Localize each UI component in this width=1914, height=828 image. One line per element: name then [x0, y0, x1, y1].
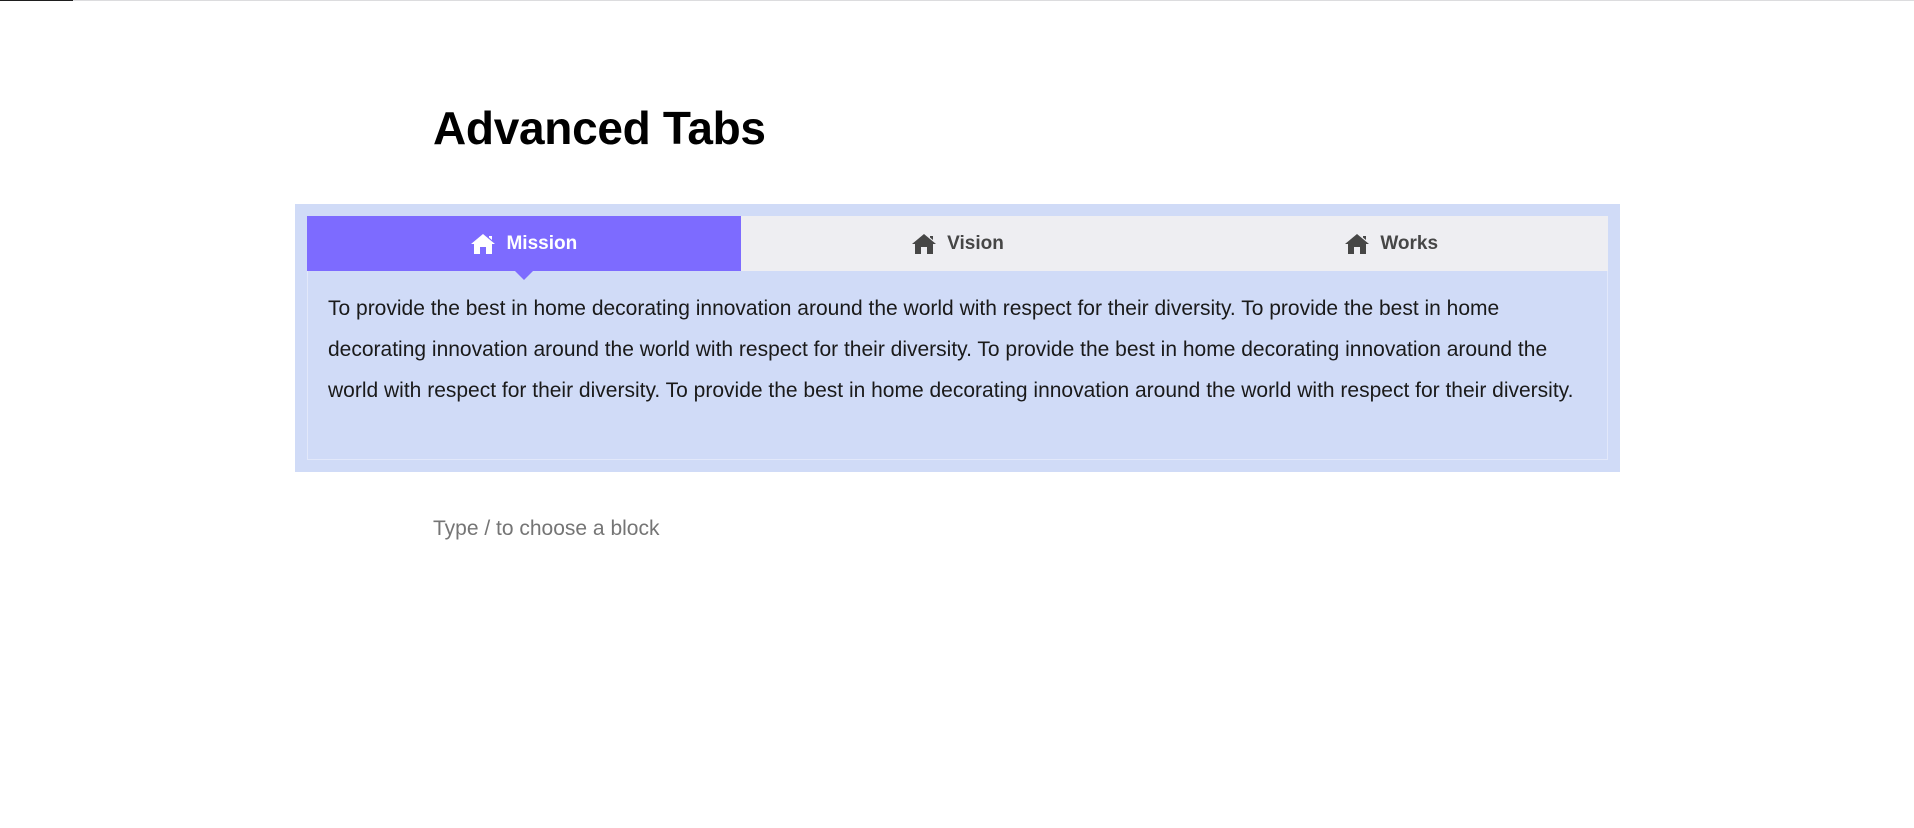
- tab-label: Mission: [506, 232, 578, 254]
- home-icon: [1344, 233, 1370, 255]
- block-inserter-placeholder[interactable]: Type / to choose a block: [433, 514, 659, 544]
- tab-label: Vision: [947, 232, 1004, 254]
- page-title[interactable]: Advanced Tabs: [433, 98, 766, 158]
- tab-label: Works: [1380, 232, 1439, 254]
- home-icon: [911, 233, 937, 255]
- advanced-tabs-block[interactable]: Mission Vision Works To provide the best…: [295, 204, 1620, 472]
- tab-mission[interactable]: Mission: [307, 216, 741, 280]
- home-icon: [470, 233, 496, 255]
- tab-bar: Mission Vision Works: [307, 216, 1609, 280]
- editor-canvas: Advanced Tabs Mission Vision Works To pr…: [0, 0, 1914, 828]
- tab-vision[interactable]: Vision: [740, 216, 1175, 271]
- top-divider-accent: [0, 0, 73, 1]
- tab-works[interactable]: Works: [1174, 216, 1609, 271]
- top-divider: [0, 0, 1914, 1]
- tab-panel-content[interactable]: To provide the best in home decorating i…: [307, 271, 1608, 460]
